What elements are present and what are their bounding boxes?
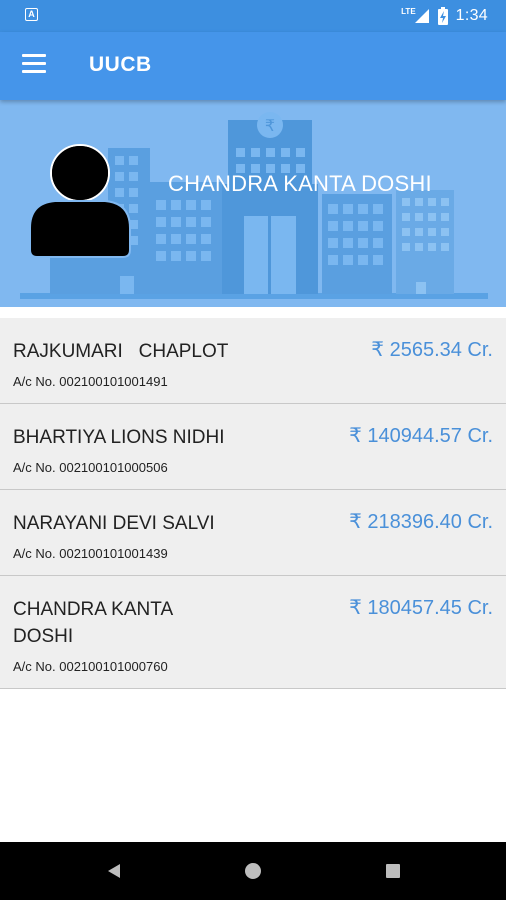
menu-icon[interactable] bbox=[22, 54, 46, 74]
account-item[interactable]: NARAYANI DEVI SALVI ₹ 218396.40 Cr. A/c … bbox=[0, 490, 506, 576]
account-balance: ₹ 218396.40 Cr. bbox=[349, 511, 493, 533]
system-nav-bar bbox=[0, 842, 506, 900]
app-bar: UUCB bbox=[0, 32, 506, 100]
home-button[interactable] bbox=[223, 842, 283, 900]
recents-button[interactable] bbox=[363, 842, 423, 900]
account-balance: ₹ 140944.57 Cr. bbox=[349, 425, 493, 447]
status-indicators: LTE 1:34 bbox=[401, 6, 488, 26]
recents-icon bbox=[386, 864, 400, 878]
account-item[interactable]: RAJKUMARI CHAPLOT ₹ 2565.34 Cr. A/c No. … bbox=[0, 318, 506, 404]
account-number: A/c No. 002100101001491 bbox=[13, 374, 168, 389]
account-item[interactable]: CHANDRA KANTA DOSHI ₹ 180457.45 Cr. A/c … bbox=[0, 576, 506, 689]
account-holder-name: NARAYANI DEVI SALVI bbox=[13, 513, 215, 534]
app-title: UUCB bbox=[89, 53, 152, 76]
account-holder-name: BHARTIYA LIONS NIDHI bbox=[13, 427, 225, 448]
back-button[interactable] bbox=[84, 842, 144, 900]
customer-name: CHANDRA KANTA DOSHI bbox=[168, 171, 432, 196]
account-list: RAJKUMARI CHAPLOT ₹ 2565.34 Cr. A/c No. … bbox=[0, 318, 506, 689]
app-notification-icon: A bbox=[25, 8, 38, 21]
account-balance: ₹ 180457.45 Cr. bbox=[349, 597, 493, 619]
bank-buildings-illustration: ₹ bbox=[20, 112, 488, 299]
status-time: 1:34 bbox=[455, 7, 488, 24]
account-holder-name: RAJKUMARI CHAPLOT bbox=[13, 341, 229, 362]
back-icon bbox=[108, 864, 120, 878]
svg-text:₹: ₹ bbox=[265, 116, 275, 135]
home-icon bbox=[245, 863, 261, 879]
account-number: A/c No. 002100101001439 bbox=[13, 546, 168, 561]
account-number: A/c No. 002100101000760 bbox=[13, 659, 168, 674]
account-holder-name: CHANDRA KANTA DOSHI bbox=[13, 599, 174, 647]
battery-icon bbox=[437, 7, 448, 25]
account-item[interactable]: BHARTIYA LIONS NIDHI ₹ 140944.57 Cr. A/c… bbox=[0, 404, 506, 490]
network-type-label: LTE bbox=[401, 6, 416, 16]
account-balance: ₹ 2565.34 Cr. bbox=[371, 339, 493, 361]
signal-icon bbox=[414, 9, 429, 23]
status-bar: A LTE 1:34 bbox=[0, 0, 506, 32]
account-number: A/c No. 002100101000506 bbox=[13, 460, 168, 475]
profile-banner: ₹ CHANDRA KANTA DOSHI bbox=[0, 100, 506, 307]
